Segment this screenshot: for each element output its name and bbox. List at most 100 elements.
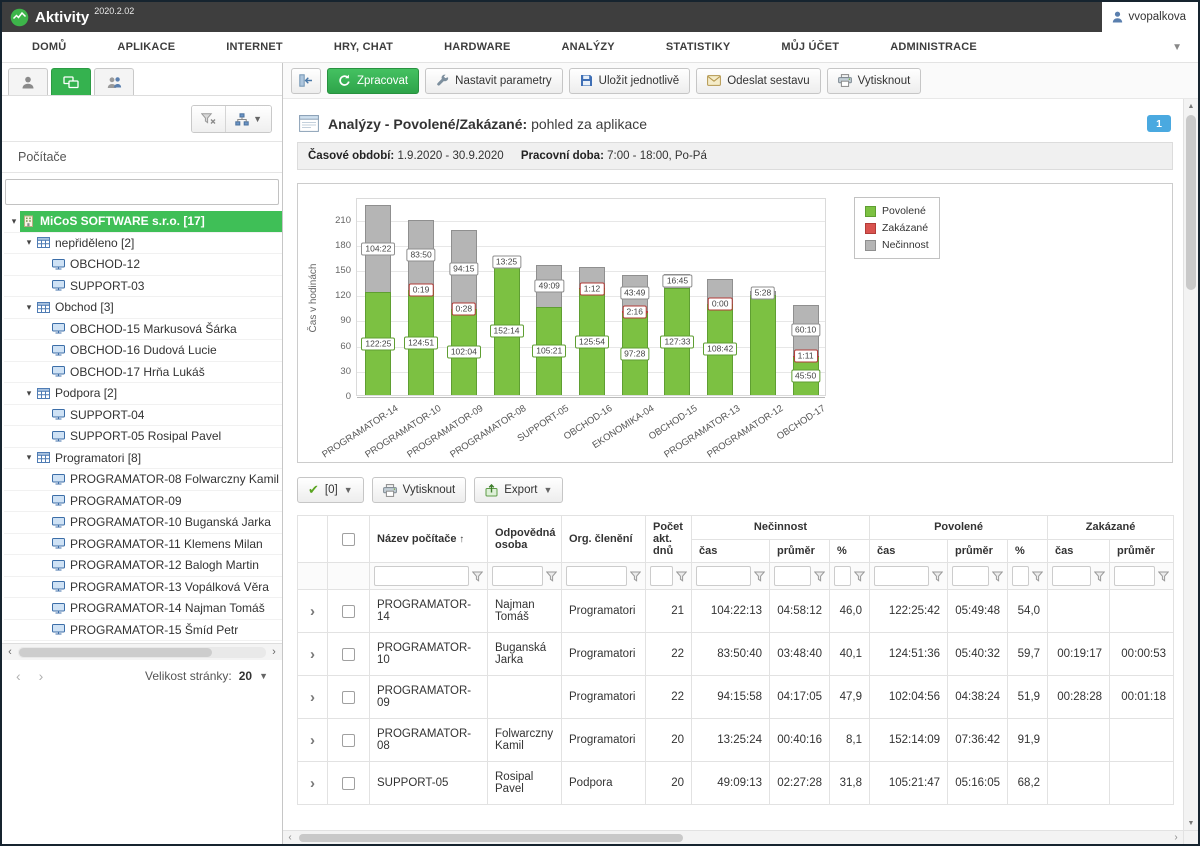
filter-funnel-icon[interactable]	[472, 571, 483, 582]
tree-item[interactable]: OBCHOD-17 Hrňa Lukáš	[4, 362, 282, 384]
table-print-button[interactable]: Vytisknout	[372, 477, 467, 503]
column-filter-input[interactable]	[696, 566, 751, 586]
horizontal-scrollbar-track[interactable]	[297, 834, 1169, 842]
column-header-po-et-akt-dn[interactable]: Počet akt. dnů	[646, 516, 692, 563]
column-filter-input[interactable]	[1012, 566, 1029, 586]
tree-item[interactable]: PROGRAMATOR-15 Šmíd Petr	[4, 620, 282, 642]
bar-segment-povolen[interactable]	[750, 295, 776, 395]
prev-page-button[interactable]: ‹	[16, 668, 21, 684]
tree-item[interactable]: PROGRAMATOR-12 Balogh Martin	[4, 555, 282, 577]
tree-item[interactable]: ▾Programatori [8]	[4, 448, 282, 470]
tree-item[interactable]: PROGRAMATOR-08 Folwarczny Kamil	[4, 469, 282, 491]
filter-funnel-icon[interactable]	[992, 571, 1003, 582]
row-expand-button[interactable]: ›	[298, 633, 328, 676]
tree-item[interactable]: PROGRAMATOR-13 Vopálková Věra	[4, 577, 282, 599]
column-filter-input[interactable]	[374, 566, 469, 586]
scrollbar-thumb[interactable]	[19, 648, 212, 657]
computers-search-input[interactable]	[5, 179, 279, 205]
scroll-up-icon[interactable]: ▲	[1184, 99, 1198, 113]
tree-item[interactable]: ▾Podpora [2]	[4, 383, 282, 405]
tree-expander-icon[interactable]: ▾	[23, 388, 35, 399]
filter-funnel-icon[interactable]	[1094, 571, 1105, 582]
scroll-right-icon[interactable]: ›	[266, 646, 282, 658]
column-header-n-zev-po-ta-e[interactable]: Název počítače ↑	[370, 516, 488, 563]
subcolumn-header-[interactable]: %	[1008, 539, 1048, 563]
tree-expander-icon[interactable]: ▾	[23, 302, 35, 313]
menu-item-hry-chat[interactable]: HRY, CHAT	[334, 41, 393, 53]
row-checkbox[interactable]	[342, 605, 355, 618]
tree-item[interactable]: ▾Obchod [3]	[4, 297, 282, 319]
column-filter-input[interactable]	[952, 566, 989, 586]
column-header-org-len-n[interactable]: Org. členění	[562, 516, 646, 563]
subcolumn-header-as[interactable]: čas	[692, 539, 770, 563]
tree-expander-icon[interactable]: ▾	[23, 452, 35, 463]
tree-item[interactable]: PROGRAMATOR-11 Klemens Milan	[4, 534, 282, 556]
subcolumn-header-as[interactable]: čas	[870, 539, 948, 563]
tree-expander-icon[interactable]: ▾	[23, 237, 35, 248]
send-report-button[interactable]: Odeslat sestavu	[696, 68, 820, 94]
print-button[interactable]: Vytisknout	[827, 68, 922, 94]
filter-funnel-icon[interactable]	[1158, 571, 1169, 582]
subcolumn-header-[interactable]: %	[830, 539, 870, 563]
tree-item[interactable]: OBCHOD-12	[4, 254, 282, 276]
filter-funnel-icon[interactable]	[1032, 571, 1043, 582]
tab-groups[interactable]	[94, 68, 134, 95]
column-filter-input[interactable]	[566, 566, 627, 586]
column-filter-input[interactable]	[774, 566, 811, 586]
filter-funnel-icon[interactable]	[754, 571, 765, 582]
filter-funnel-icon[interactable]	[814, 571, 825, 582]
column-filter-input[interactable]	[492, 566, 543, 586]
horizontal-scrollbar-thumb[interactable]	[299, 834, 683, 842]
page-size-caret-icon[interactable]: ▼	[259, 671, 268, 681]
select-all-checkbox[interactable]	[342, 533, 355, 546]
column-filter-input[interactable]	[834, 566, 851, 586]
row-expand-button[interactable]: ›	[298, 762, 328, 805]
comments-button[interactable]: 1	[1147, 115, 1171, 132]
menu-item-aplikace[interactable]: APLIKACE	[117, 41, 175, 53]
column-filter-input[interactable]	[650, 566, 673, 586]
row-checkbox[interactable]	[342, 648, 355, 661]
save-individually-button[interactable]: Uložit jednotlivě	[569, 68, 691, 94]
horizontal-scrollbar[interactable]: ‹ ›	[283, 830, 1183, 844]
row-checkbox[interactable]	[342, 777, 355, 790]
column-header-odpov-dn-osoba[interactable]: Odpovědná osoba	[488, 516, 562, 563]
next-page-button[interactable]: ›	[39, 668, 44, 684]
filter-funnel-icon[interactable]	[546, 571, 557, 582]
row-expand-button[interactable]: ›	[298, 590, 328, 633]
tab-computers[interactable]	[51, 68, 91, 95]
tab-employees[interactable]	[8, 68, 48, 95]
row-expand-button[interactable]: ›	[298, 719, 328, 762]
filter-funnel-icon[interactable]	[630, 571, 641, 582]
menu-chevron-down-icon[interactable]: ▼	[1172, 42, 1182, 53]
scroll-left-icon[interactable]: ‹	[2, 646, 18, 658]
page-size-value[interactable]: 20	[239, 669, 252, 683]
user-menu-button[interactable]: vvopalkova	[1102, 2, 1198, 32]
filter-funnel-icon[interactable]	[676, 571, 687, 582]
tree-item[interactable]: SUPPORT-04	[4, 405, 282, 427]
menu-item-dom[interactable]: DOMŮ	[32, 41, 66, 53]
menu-item-administrace[interactable]: ADMINISTRACE	[890, 41, 977, 53]
tree-expander-icon[interactable]: ▾	[8, 216, 20, 227]
tree-item[interactable]: ▾MiCoS SOFTWARE s.r.o. [17]	[4, 211, 282, 233]
tree-item[interactable]: PROGRAMATOR-09	[4, 491, 282, 513]
menu-item-m-j-et[interactable]: MŮJ ÚČET	[781, 41, 839, 53]
selection-menu-button[interactable]: ✔[0]▼	[297, 477, 364, 503]
tree-item[interactable]: SUPPORT-05 Rosipal Pavel	[4, 426, 282, 448]
menu-item-anal-zy[interactable]: ANALÝZY	[562, 41, 615, 53]
set-parameters-button[interactable]: Nastavit parametry	[425, 68, 563, 94]
tree-item[interactable]: PROGRAMATOR-10 Buganská Jarka	[4, 512, 282, 534]
row-expand-button[interactable]: ›	[298, 676, 328, 719]
column-filter-input[interactable]	[874, 566, 929, 586]
tree-item[interactable]: OBCHOD-16 Dudová Lucie	[4, 340, 282, 362]
tree-item[interactable]: PROGRAMATOR-14 Najman Tomáš	[4, 598, 282, 620]
process-button[interactable]: Zpracovat	[327, 68, 419, 94]
column-filter-input[interactable]	[1052, 566, 1091, 586]
subcolumn-header-pr-m-r[interactable]: průměr	[1110, 539, 1174, 563]
filter-funnel-icon[interactable]	[932, 571, 943, 582]
tree-item[interactable]: SUPPORT-03	[4, 276, 282, 298]
menu-item-internet[interactable]: INTERNET	[226, 41, 283, 53]
filter-funnel-icon[interactable]	[854, 571, 865, 582]
menu-item-hardware[interactable]: HARDWARE	[444, 41, 510, 53]
export-button[interactable]: Export▼	[474, 477, 563, 503]
row-checkbox[interactable]	[342, 734, 355, 747]
